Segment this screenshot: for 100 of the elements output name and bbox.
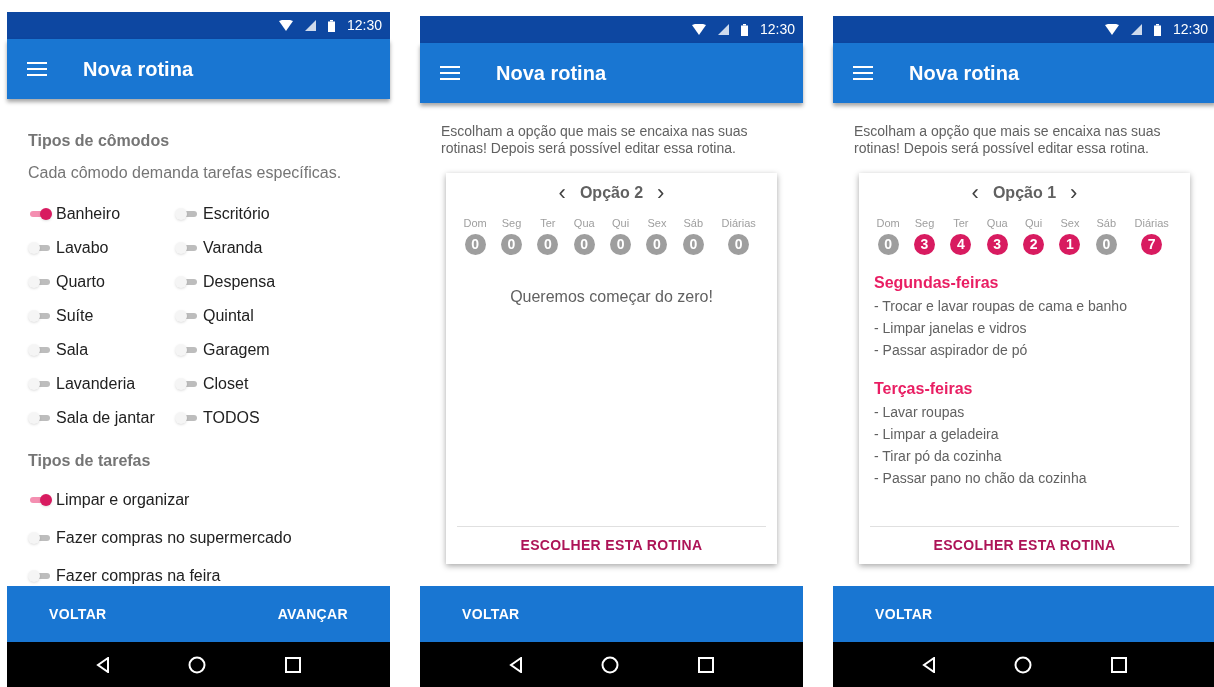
- toggle-label: Sala: [56, 340, 89, 360]
- count-badge: 0: [1095, 233, 1117, 255]
- day-label: Sáb: [683, 216, 704, 231]
- day-heading: Segundas-feiras: [874, 272, 1000, 293]
- toggle-label: Fazer compras no supermercado: [56, 528, 292, 548]
- status-time: 12:30: [759, 20, 795, 39]
- toggle-switch[interactable]: [28, 377, 52, 391]
- recents-icon[interactable]: [284, 656, 301, 673]
- back-icon[interactable]: [922, 656, 937, 673]
- toggle-label: Escritório: [203, 204, 270, 224]
- count-badge: 2: [1023, 233, 1045, 255]
- toggle-switch[interactable]: [28, 569, 52, 583]
- count-badge: 0: [877, 233, 899, 255]
- app-title: Nova rotina: [909, 61, 1020, 86]
- toggle-label: Quarto: [56, 272, 105, 292]
- toggle-switch[interactable]: [28, 531, 52, 545]
- day-label: Ter: [953, 216, 969, 231]
- day-label: Sex: [647, 216, 667, 231]
- count-badge: 0: [682, 233, 704, 255]
- count-badge: 7: [1141, 233, 1163, 255]
- section-heading: Tipos de tarefas: [28, 451, 152, 471]
- toggle-switch[interactable]: [175, 343, 199, 357]
- signal-icon: [304, 20, 316, 31]
- signal-icon: [1130, 24, 1142, 35]
- day-label: Seg: [914, 216, 935, 231]
- empty-message: Queremos começar do zero!: [509, 286, 714, 307]
- count-badge: 0: [501, 233, 522, 255]
- toggle-label: Varanda: [203, 238, 263, 258]
- toggle-label: Garagem: [203, 340, 270, 360]
- choose-routine-button[interactable]: ESCOLHER ESTA ROTINA: [520, 535, 703, 556]
- day-label: Seg: [501, 216, 522, 231]
- home-icon[interactable]: [1014, 655, 1033, 674]
- signal-icon: [717, 24, 729, 35]
- choose-routine-button[interactable]: ESCOLHER ESTA ROTINA: [933, 535, 1116, 556]
- toggle-switch[interactable]: [175, 241, 199, 255]
- count-badge: 0: [573, 233, 595, 255]
- day-label: Diárias: [721, 216, 756, 231]
- section-description: Cada cômodo demanda tarefas específicas.: [28, 163, 343, 183]
- day-label: Dom: [463, 216, 487, 231]
- menu-icon[interactable]: [27, 62, 47, 76]
- count-badge: 0: [728, 233, 750, 255]
- app-title: Nova rotina: [496, 61, 607, 86]
- toggle-label: Despensa: [203, 272, 276, 292]
- task-item: - Tirar pó da cozinha: [874, 446, 1003, 466]
- toggle-switch[interactable]: [175, 275, 199, 289]
- toggle-label: Fazer compras na feira: [56, 566, 221, 586]
- wifi-icon: [278, 20, 293, 31]
- toggle-switch[interactable]: [28, 207, 52, 221]
- day-label: Ter: [540, 216, 556, 231]
- toggle-switch[interactable]: [28, 275, 52, 289]
- toggle-switch[interactable]: [175, 309, 199, 323]
- day-label: Qua: [986, 216, 1008, 231]
- home-icon[interactable]: [188, 655, 207, 674]
- toggle-label: Closet: [203, 374, 249, 394]
- next-option-button[interactable]: ›: [657, 182, 665, 204]
- option-title: Opção 1: [992, 183, 1057, 203]
- back-button[interactable]: VOLTAR: [875, 603, 933, 625]
- recents-icon[interactable]: [697, 656, 714, 673]
- count-badge: 0: [646, 233, 668, 255]
- menu-icon[interactable]: [853, 66, 873, 80]
- back-icon[interactable]: [509, 656, 524, 673]
- back-button[interactable]: VOLTAR: [462, 603, 520, 625]
- back-button[interactable]: VOLTAR: [49, 603, 107, 625]
- toggle-switch[interactable]: [175, 411, 199, 425]
- intro-text: Escolham a opção que mais se encaixa nas suas rotinas! Depois será possível editar essa rotina.: [854, 123, 1162, 157]
- next-option-button[interactable]: ›: [1070, 182, 1078, 204]
- count-badge: 4: [950, 233, 972, 255]
- task-item: - Lavar roupas: [874, 402, 966, 422]
- day-label: Sex: [1060, 216, 1080, 231]
- battery-icon: [740, 23, 748, 36]
- task-item: - Trocar e lavar roupas de cama e banho: [874, 296, 1128, 316]
- option-title: Opção 2: [579, 183, 644, 203]
- previous-button[interactable]: ‹: [558, 182, 566, 204]
- count-badge: 0: [610, 233, 632, 255]
- count-badge: 0: [537, 233, 559, 255]
- day-label: Sáb: [1096, 216, 1117, 231]
- toggle-switch[interactable]: [175, 207, 199, 221]
- wifi-icon: [691, 24, 706, 35]
- day-label: Diárias: [1134, 216, 1169, 231]
- toggle-label: Banheiro: [56, 204, 121, 224]
- toggle-switch[interactable]: [28, 241, 52, 255]
- toggle-switch[interactable]: [28, 343, 52, 357]
- toggle-label: TODOS: [203, 408, 260, 428]
- day-label: Dom: [876, 216, 900, 231]
- toggle-switch[interactable]: [28, 493, 52, 507]
- intro-text: Escolham a opção que mais se encaixa nas suas rotinas! Depois será possível editar essa rotina.: [441, 123, 749, 157]
- previous-button[interactable]: ‹: [971, 182, 979, 204]
- toggle-label: Quintal: [203, 306, 254, 326]
- count-badge: 3: [986, 233, 1008, 255]
- toggle-switch[interactable]: [28, 411, 52, 425]
- home-icon[interactable]: [601, 655, 620, 674]
- back-icon[interactable]: [96, 656, 111, 673]
- next-button[interactable]: AVANÇAR: [277, 603, 348, 625]
- menu-icon[interactable]: [440, 66, 460, 80]
- toggle-switch[interactable]: [28, 309, 52, 323]
- battery-icon: [1153, 23, 1161, 36]
- recents-icon[interactable]: [1110, 656, 1127, 673]
- toggle-switch[interactable]: [175, 377, 199, 391]
- day-heading: Terças-feiras: [874, 378, 974, 399]
- day-label: Qui: [1025, 216, 1043, 231]
